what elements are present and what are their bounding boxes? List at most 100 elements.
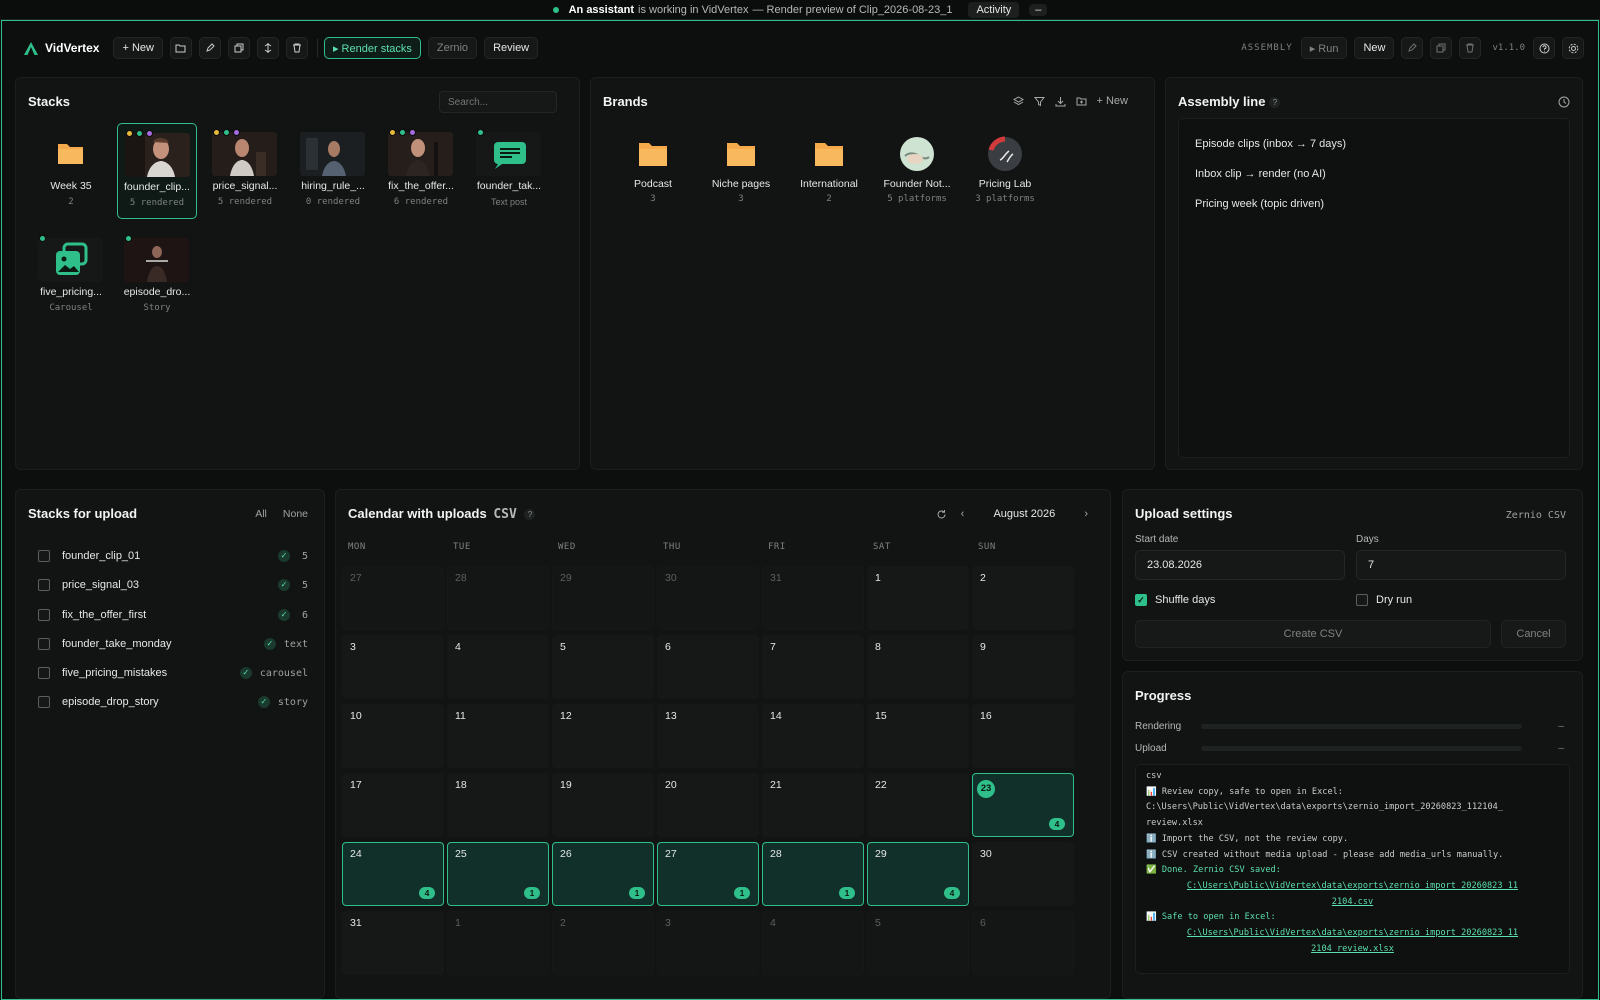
calendar-day[interactable]: 16 bbox=[972, 704, 1074, 768]
calendar-day[interactable]: 7 bbox=[762, 635, 864, 699]
run-button[interactable]: ▸ Run bbox=[1300, 37, 1348, 59]
calendar-day[interactable]: 1 bbox=[867, 566, 969, 630]
upload-stack-row[interactable]: five_pricing_mistakes ✓ carousel bbox=[38, 663, 308, 683]
render-stacks-button[interactable]: ▸ Render stacks bbox=[323, 37, 421, 59]
edit-button[interactable] bbox=[198, 37, 221, 59]
calendar-day[interactable]: 4 bbox=[447, 635, 549, 699]
cancel-button[interactable]: Cancel bbox=[1501, 620, 1566, 648]
checkbox[interactable] bbox=[38, 579, 50, 591]
checkbox[interactable] bbox=[38, 667, 50, 679]
filter-icon[interactable] bbox=[1033, 96, 1045, 107]
split-button[interactable] bbox=[256, 37, 279, 59]
review-button[interactable]: Review bbox=[484, 37, 539, 59]
calendar-day-with-uploads[interactable]: 25 1 bbox=[447, 842, 549, 906]
checkbox[interactable] bbox=[38, 696, 50, 708]
start-date-input[interactable]: 23.08.2026 bbox=[1135, 550, 1345, 580]
calendar-day[interactable]: 5 bbox=[867, 911, 969, 975]
calendar-day[interactable]: 14 bbox=[762, 704, 864, 768]
calendar-day[interactable]: 5 bbox=[552, 635, 654, 699]
delete-button[interactable] bbox=[285, 37, 308, 59]
stack-tile[interactable]: fix_the_offer... 6 rendered bbox=[381, 123, 461, 219]
calendar-day[interactable]: 17 bbox=[342, 773, 444, 837]
upload-stack-row[interactable]: price_signal_03 ✓ 5 bbox=[38, 575, 308, 595]
calendar-day[interactable]: 6 bbox=[972, 911, 1074, 975]
calendar-day[interactable]: 3 bbox=[657, 911, 759, 975]
help-icon[interactable]: ? bbox=[1269, 97, 1281, 109]
checkbox[interactable] bbox=[38, 550, 50, 562]
upload-stack-row[interactable]: founder_clip_01 ✓ 5 bbox=[38, 546, 308, 566]
calendar-day[interactable]: 20 bbox=[657, 773, 759, 837]
calendar-day[interactable]: 2 bbox=[552, 911, 654, 975]
brand-tile[interactable]: Podcast 3 bbox=[611, 136, 695, 216]
stacks-search-input[interactable] bbox=[439, 91, 557, 113]
duplicate-button[interactable] bbox=[227, 37, 250, 59]
calendar-day[interactable]: 29 bbox=[552, 566, 654, 630]
assembly-delete-button[interactable] bbox=[1459, 37, 1482, 59]
zernio-button[interactable]: Zernio bbox=[427, 37, 478, 59]
calendar-day[interactable]: 1 bbox=[447, 911, 549, 975]
calendar-day[interactable]: 13 bbox=[657, 704, 759, 768]
brands-new-button[interactable]: + New bbox=[1097, 95, 1129, 107]
calendar-day[interactable]: 31 bbox=[342, 911, 444, 975]
new-button[interactable]: + New bbox=[113, 37, 163, 59]
dry-run-checkbox[interactable]: Dry run bbox=[1356, 594, 1412, 606]
assembly-copy-button[interactable] bbox=[1430, 37, 1453, 59]
help-button[interactable] bbox=[1533, 37, 1555, 59]
settings-button[interactable] bbox=[1562, 37, 1584, 59]
calendar-day[interactable]: 30 bbox=[972, 842, 1074, 906]
prev-month-button[interactable]: ‹ bbox=[961, 508, 965, 520]
checkbox[interactable] bbox=[38, 609, 50, 621]
log-line[interactable]: 2104.csv bbox=[1146, 895, 1559, 911]
calendar-day-with-uploads[interactable]: 27 1 bbox=[657, 842, 759, 906]
checkbox-checked-icon[interactable]: ✓ bbox=[1135, 594, 1147, 606]
calendar-day[interactable]: 2 bbox=[972, 566, 1074, 630]
checkbox[interactable] bbox=[1356, 594, 1368, 606]
history-icon[interactable] bbox=[1558, 96, 1570, 108]
minimize-button[interactable]: – bbox=[1029, 3, 1048, 16]
calendar-day[interactable]: 4 bbox=[762, 911, 864, 975]
calendar-day[interactable]: 10 bbox=[342, 704, 444, 768]
create-csv-button[interactable]: Create CSV bbox=[1135, 620, 1491, 648]
select-all-button[interactable]: All bbox=[255, 508, 267, 520]
refresh-icon[interactable] bbox=[936, 509, 947, 520]
calendar-day-with-uploads[interactable]: 24 4 bbox=[342, 842, 444, 906]
stack-tile[interactable]: founder_tak... Text post bbox=[469, 123, 549, 219]
calendar-day[interactable]: 19 bbox=[552, 773, 654, 837]
days-input[interactable]: 7 bbox=[1356, 550, 1566, 580]
help-icon[interactable]: ? bbox=[524, 509, 536, 521]
assembly-edit-button[interactable] bbox=[1401, 37, 1424, 59]
shuffle-days-checkbox[interactable]: ✓ Shuffle days bbox=[1135, 594, 1215, 606]
log-line[interactable]: C:\Users\Public\VidVertex\data\exports\z… bbox=[1146, 879, 1559, 895]
brand-tile[interactable]: Founder Not... 5 platforms bbox=[875, 136, 959, 216]
calendar-day-with-uploads[interactable]: 23 4 bbox=[972, 773, 1074, 837]
stack-tile[interactable]: hiring_rule_... 0 rendered bbox=[293, 123, 373, 219]
brand-tile[interactable]: Niche pages 3 bbox=[699, 136, 783, 216]
log-line[interactable]: C:\Users\Public\VidVertex\data\exports\z… bbox=[1146, 926, 1559, 942]
calendar-day[interactable]: 12 bbox=[552, 704, 654, 768]
select-none-button[interactable]: None bbox=[283, 508, 308, 520]
log-line[interactable]: 2104_review.xlsx bbox=[1146, 942, 1559, 958]
assembly-new-button[interactable]: New bbox=[1354, 37, 1395, 59]
calendar-day[interactable]: 9 bbox=[972, 635, 1074, 699]
calendar-day[interactable]: 3 bbox=[342, 635, 444, 699]
calendar-day[interactable]: 8 bbox=[867, 635, 969, 699]
stack-tile[interactable]: episode_dro... Story bbox=[117, 229, 197, 325]
upload-stack-row[interactable]: founder_take_monday ✓ text bbox=[38, 634, 308, 654]
calendar-day[interactable]: 30 bbox=[657, 566, 759, 630]
assembly-item[interactable]: Episode clips (inbox → 7 days) bbox=[1195, 129, 1553, 159]
calendar-day[interactable]: 21 bbox=[762, 773, 864, 837]
calendar-day[interactable]: 15 bbox=[867, 704, 969, 768]
calendar-day[interactable]: 22 bbox=[867, 773, 969, 837]
calendar-day[interactable]: 6 bbox=[657, 635, 759, 699]
calendar-day-with-uploads[interactable]: 29 4 bbox=[867, 842, 969, 906]
brand-tile[interactable]: International 2 bbox=[787, 136, 871, 216]
calendar-day[interactable]: 28 bbox=[447, 566, 549, 630]
brand-tile[interactable]: Pricing Lab 3 platforms bbox=[963, 136, 1047, 216]
next-month-button[interactable]: › bbox=[1084, 508, 1088, 520]
stack-tile[interactable]: five_pricing... Carousel bbox=[31, 229, 111, 325]
activity-button[interactable]: Activity bbox=[968, 1, 1020, 18]
download-icon[interactable] bbox=[1055, 96, 1066, 107]
stack-tile[interactable]: price_signal... 5 rendered bbox=[205, 123, 285, 219]
stack-tile-selected[interactable]: founder_clip... 5 rendered bbox=[117, 123, 197, 219]
assembly-item[interactable]: Inbox clip → render (no AI) bbox=[1195, 159, 1553, 189]
